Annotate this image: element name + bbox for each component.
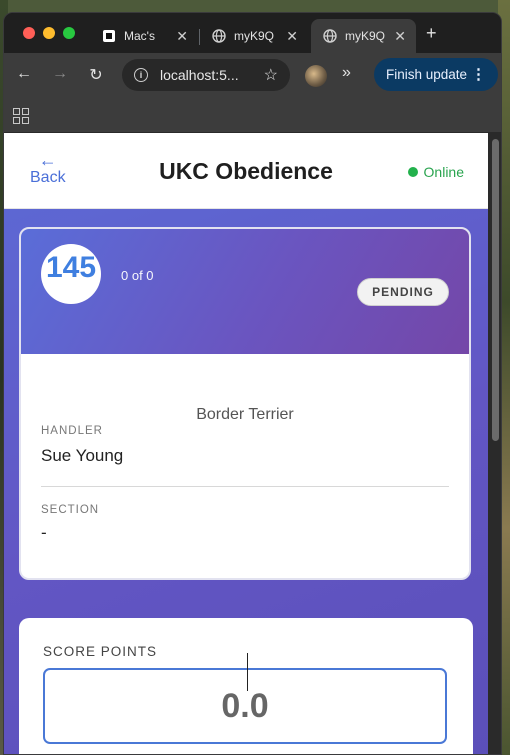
tab-strip: Mac's ✕ myK9Q ✕ myK9Q ✕ +	[4, 13, 501, 53]
profile-avatar[interactable]	[305, 65, 327, 87]
tab-myk9q-active[interactable]: myK9Q ✕	[311, 19, 416, 53]
tab-title: Mac's	[124, 29, 155, 43]
handler-name: Sue Young	[41, 446, 124, 465]
app-header: ← Back UKC Obedience Online	[4, 133, 488, 209]
section-value: -	[41, 523, 47, 542]
apps-grid-icon[interactable]	[13, 108, 29, 124]
entry-card-header: 145 0 of 0 PENDING	[21, 229, 469, 354]
score-points-input[interactable]	[43, 668, 447, 744]
finish-update-label: Finish update	[386, 67, 468, 82]
section-label: SECTION	[41, 504, 100, 516]
more-menu-icon[interactable]: ⋮	[471, 65, 486, 83]
site-info-icon[interactable]: i	[134, 68, 148, 82]
connection-status: Online	[407, 164, 464, 180]
page-scrollbar[interactable]	[488, 133, 501, 754]
close-tab-icon[interactable]: ✕	[286, 28, 298, 45]
bookmark-star-icon[interactable]: ☆	[264, 65, 278, 85]
close-window-button[interactable]	[23, 27, 35, 39]
online-dot-icon	[407, 167, 418, 177]
close-tab-icon[interactable]: ✕	[394, 28, 406, 45]
connection-status-label: Online	[423, 164, 464, 180]
zoom-window-button[interactable]	[63, 27, 75, 39]
score-points-label: SCORE POINTS	[43, 644, 158, 659]
tab-myk9q[interactable]: myK9Q ✕	[200, 19, 308, 53]
back-arrow-icon[interactable]: ←	[14, 65, 34, 83]
finish-update-button[interactable]: Finish update ⋮	[374, 58, 498, 91]
entry-card: 145 0 of 0 PENDING Border Terrier HANDLE…	[19, 227, 471, 580]
scrollbar-thumb[interactable]	[492, 139, 499, 441]
globe-icon	[323, 29, 337, 43]
entry-counter: 0 of 0	[121, 268, 154, 283]
globe-icon	[212, 29, 226, 43]
status-badge: PENDING	[357, 278, 449, 306]
browser-toolbar: ← → ↻ i localhost:5... ☆ » Finish update…	[4, 53, 501, 99]
tab-title: myK9Q	[234, 29, 274, 43]
address-bar[interactable]: i localhost:5... ☆	[122, 59, 290, 91]
dog-breed: Border Terrier	[196, 406, 294, 423]
extensions-chevron-icon[interactable]: »	[342, 64, 351, 82]
forward-arrow-icon[interactable]: →	[50, 65, 70, 83]
new-tab-icon[interactable]: +	[426, 23, 437, 44]
armband-number: 145	[41, 244, 101, 304]
divider	[41, 486, 449, 487]
browser-window: Mac's ✕ myK9Q ✕ myK9Q ✕ + ← → ↻ i localh…	[3, 12, 502, 755]
app-favicon-icon	[102, 29, 116, 43]
tab-macs[interactable]: Mac's ✕	[90, 19, 198, 53]
url-text[interactable]: localhost:5...	[160, 67, 248, 83]
text-caret	[247, 653, 248, 691]
tab-title: myK9Q	[345, 29, 385, 43]
score-card: SCORE POINTS	[19, 618, 473, 754]
page-viewport: ← Back UKC Obedience Online 145 0 of 0 P…	[4, 133, 488, 754]
bookmarks-bar	[4, 99, 501, 133]
handler-label: HANDLER	[41, 425, 103, 437]
close-tab-icon[interactable]: ✕	[176, 28, 188, 45]
minimize-window-button[interactable]	[43, 27, 55, 39]
reload-icon[interactable]: ↻	[86, 65, 106, 85]
